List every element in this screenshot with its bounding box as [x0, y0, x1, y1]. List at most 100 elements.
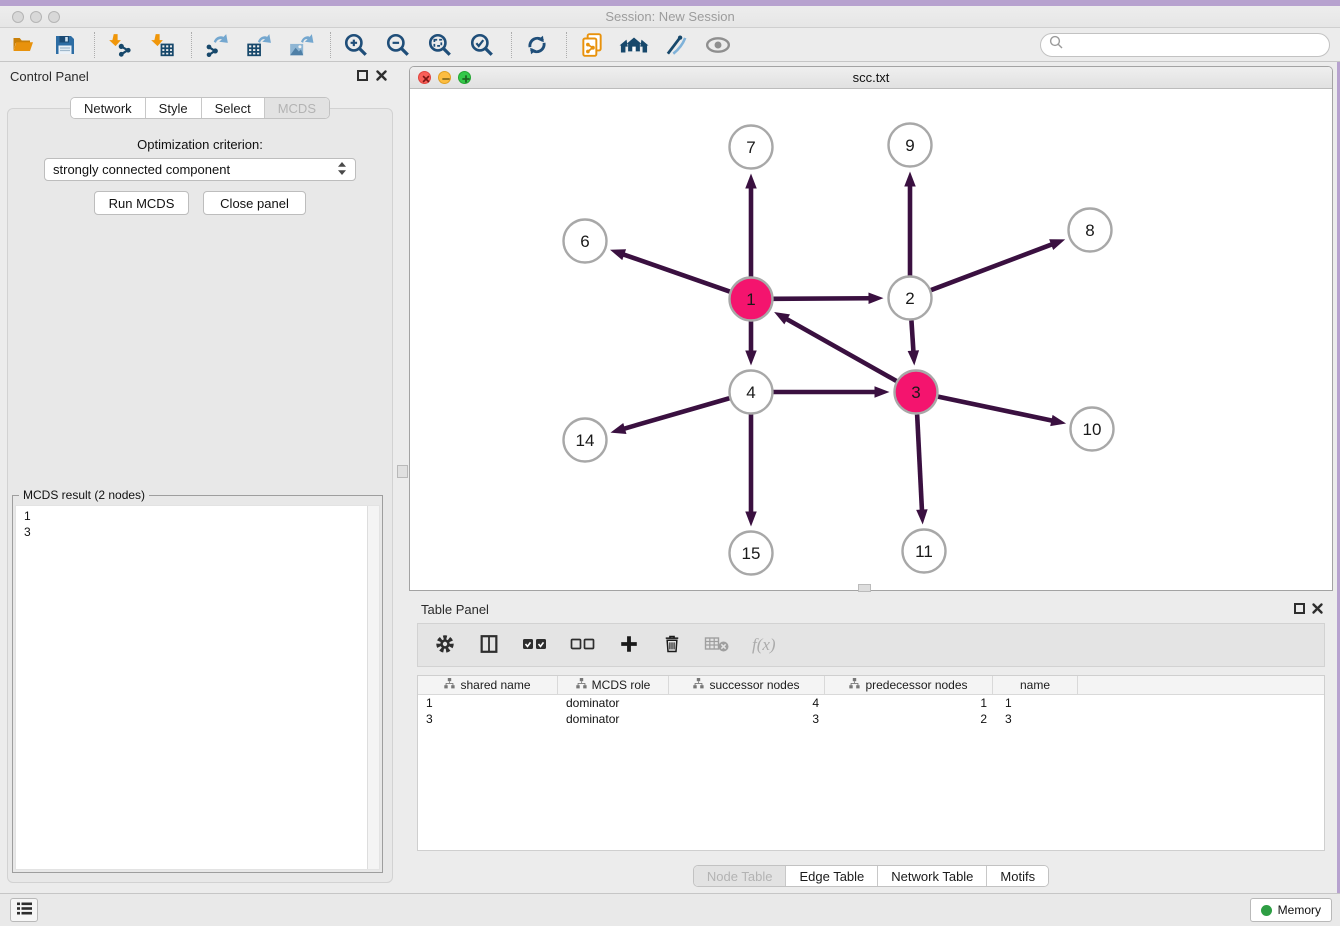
toolbar-separator	[94, 32, 95, 58]
node-6[interactable]: 6	[564, 220, 607, 263]
close-table-panel-button[interactable]	[1311, 602, 1324, 615]
toolbar-separator	[191, 32, 192, 58]
show-column-panel-button[interactable]	[478, 633, 500, 658]
close-panel-button[interactable]	[375, 69, 388, 82]
column-header-shared-name[interactable]: shared name	[418, 676, 558, 694]
hierarchy-icon	[849, 678, 860, 692]
mcds-result-list[interactable]: 1 3	[15, 505, 380, 870]
tab-style[interactable]: Style	[146, 98, 202, 118]
edge-4-14[interactable]	[610, 398, 729, 434]
node-7[interactable]: 7	[730, 126, 773, 169]
tab-node-table[interactable]: Node Table	[694, 866, 787, 886]
main-titlebar: Session: New Session	[0, 6, 1340, 28]
import-network-icon	[107, 32, 133, 58]
table-settings-button[interactable]	[434, 633, 456, 658]
create-column-button[interactable]	[618, 633, 640, 658]
zoom-in-button[interactable]	[341, 31, 371, 59]
node-15[interactable]: 15	[730, 532, 773, 575]
control-panel-tabs: Network Style Select MCDS	[0, 97, 400, 119]
select-all-columns-button[interactable]	[522, 635, 548, 656]
horizontal-splitter-grip[interactable]	[858, 584, 871, 592]
edge-2-9[interactable]	[904, 172, 916, 276]
column-header-name[interactable]: name	[993, 676, 1078, 694]
control-panel: Control Panel Network Style Select MCDS …	[0, 62, 400, 888]
memory-button[interactable]: Memory	[1250, 898, 1332, 922]
apply-layout-button[interactable]	[522, 31, 552, 59]
edge-3-1[interactable]	[774, 312, 896, 381]
column-header-successor-nodes[interactable]: successor nodes	[669, 676, 825, 694]
scrollbar[interactable]	[367, 506, 379, 869]
optimization-criterion-label: Optimization criterion:	[0, 137, 400, 152]
import-table-button[interactable]	[147, 31, 177, 59]
edge-4-3[interactable]	[774, 386, 890, 398]
node-4[interactable]: 4	[730, 371, 773, 414]
table-row[interactable]: 3 dominator 3 2 3	[418, 711, 1324, 727]
network-graph[interactable]: 7 9 6 8 1 2 4 3 14 10 15 11	[410, 89, 1332, 590]
save-session-button[interactable]	[50, 31, 80, 59]
hide-graphics-details-icon	[703, 32, 733, 58]
export-network-button[interactable]	[202, 31, 232, 59]
delete-table-button[interactable]	[704, 634, 730, 657]
node-3[interactable]: 3	[895, 371, 938, 414]
function-builder-button[interactable]: f(x)	[752, 635, 776, 655]
tab-mcds[interactable]: MCDS	[265, 98, 329, 118]
task-history-button[interactable]	[10, 898, 38, 922]
memory-status-icon	[1261, 905, 1272, 916]
node-2[interactable]: 2	[889, 277, 932, 320]
hide-graphics-details-button[interactable]	[703, 31, 733, 59]
column-header-mcds-role[interactable]: MCDS role	[558, 676, 669, 694]
delete-table-icon	[704, 634, 730, 657]
memory-label: Memory	[1278, 903, 1321, 917]
column-header-predecessor-nodes[interactable]: predecessor nodes	[825, 676, 993, 694]
search-input[interactable]	[1068, 36, 1329, 54]
node-11[interactable]: 11	[903, 530, 946, 573]
criterion-dropdown[interactable]: strongly connected component	[44, 158, 356, 181]
control-panel-title: Control Panel	[10, 69, 89, 84]
run-mcds-button[interactable]: Run MCDS	[94, 191, 189, 215]
tab-network-table[interactable]: Network Table	[878, 866, 987, 886]
tab-motifs[interactable]: Motifs	[987, 866, 1048, 886]
export-image-icon	[287, 32, 315, 58]
edge-3-11[interactable]	[916, 414, 927, 524]
edge-2-3[interactable]	[908, 320, 919, 365]
node-8[interactable]: 8	[1069, 209, 1112, 252]
edge-1-4[interactable]	[745, 322, 757, 366]
node-9[interactable]: 9	[889, 124, 932, 167]
edge-1-7[interactable]	[745, 174, 757, 277]
close-panel-inner-button[interactable]: Close panel	[203, 191, 306, 215]
node-14[interactable]: 14	[564, 419, 607, 462]
network-canvas[interactable]: 7 9 6 8 1 2 4 3 14 10 15 11	[410, 89, 1332, 590]
edge-2-8[interactable]	[931, 239, 1065, 290]
first-neighbors-button[interactable]	[619, 31, 649, 59]
network-window-titlebar[interactable]: scc.txt	[410, 67, 1332, 89]
export-image-button[interactable]	[286, 31, 316, 59]
float-table-panel-button[interactable]	[1294, 603, 1305, 614]
edge-4-15[interactable]	[745, 415, 757, 527]
node-1[interactable]: 1	[730, 278, 773, 321]
tab-select[interactable]: Select	[202, 98, 265, 118]
delete-column-button[interactable]	[662, 633, 682, 658]
node-label: 3	[911, 383, 920, 402]
zoom-out-button[interactable]	[383, 31, 413, 59]
edge-1-6[interactable]	[610, 249, 730, 291]
vertical-splitter-grip[interactable]	[397, 465, 408, 478]
tab-edge-table[interactable]: Edge Table	[786, 866, 878, 886]
zoom-fit-button[interactable]	[425, 31, 455, 59]
clone-network-button[interactable]	[577, 31, 607, 59]
export-table-button[interactable]	[244, 31, 274, 59]
import-network-button[interactable]	[105, 31, 135, 59]
main-toolbar	[0, 28, 1340, 62]
node-10[interactable]: 10	[1071, 408, 1114, 451]
edge-1-2[interactable]	[773, 293, 883, 304]
zoom-selected-button[interactable]	[467, 31, 497, 59]
zoom-in-icon	[343, 32, 369, 58]
table-header-row: shared name MCDS role successor nodes pr…	[418, 676, 1324, 695]
float-panel-button[interactable]	[357, 70, 368, 81]
show-graphics-details-button[interactable]	[661, 31, 691, 59]
deselect-all-columns-button[interactable]	[570, 635, 596, 656]
open-file-button[interactable]	[8, 31, 38, 59]
edge-3-10[interactable]	[938, 397, 1066, 426]
toolbar-separator	[566, 32, 567, 58]
tab-network[interactable]: Network	[71, 98, 146, 118]
table-row[interactable]: 1 dominator 4 1 1	[418, 695, 1324, 711]
